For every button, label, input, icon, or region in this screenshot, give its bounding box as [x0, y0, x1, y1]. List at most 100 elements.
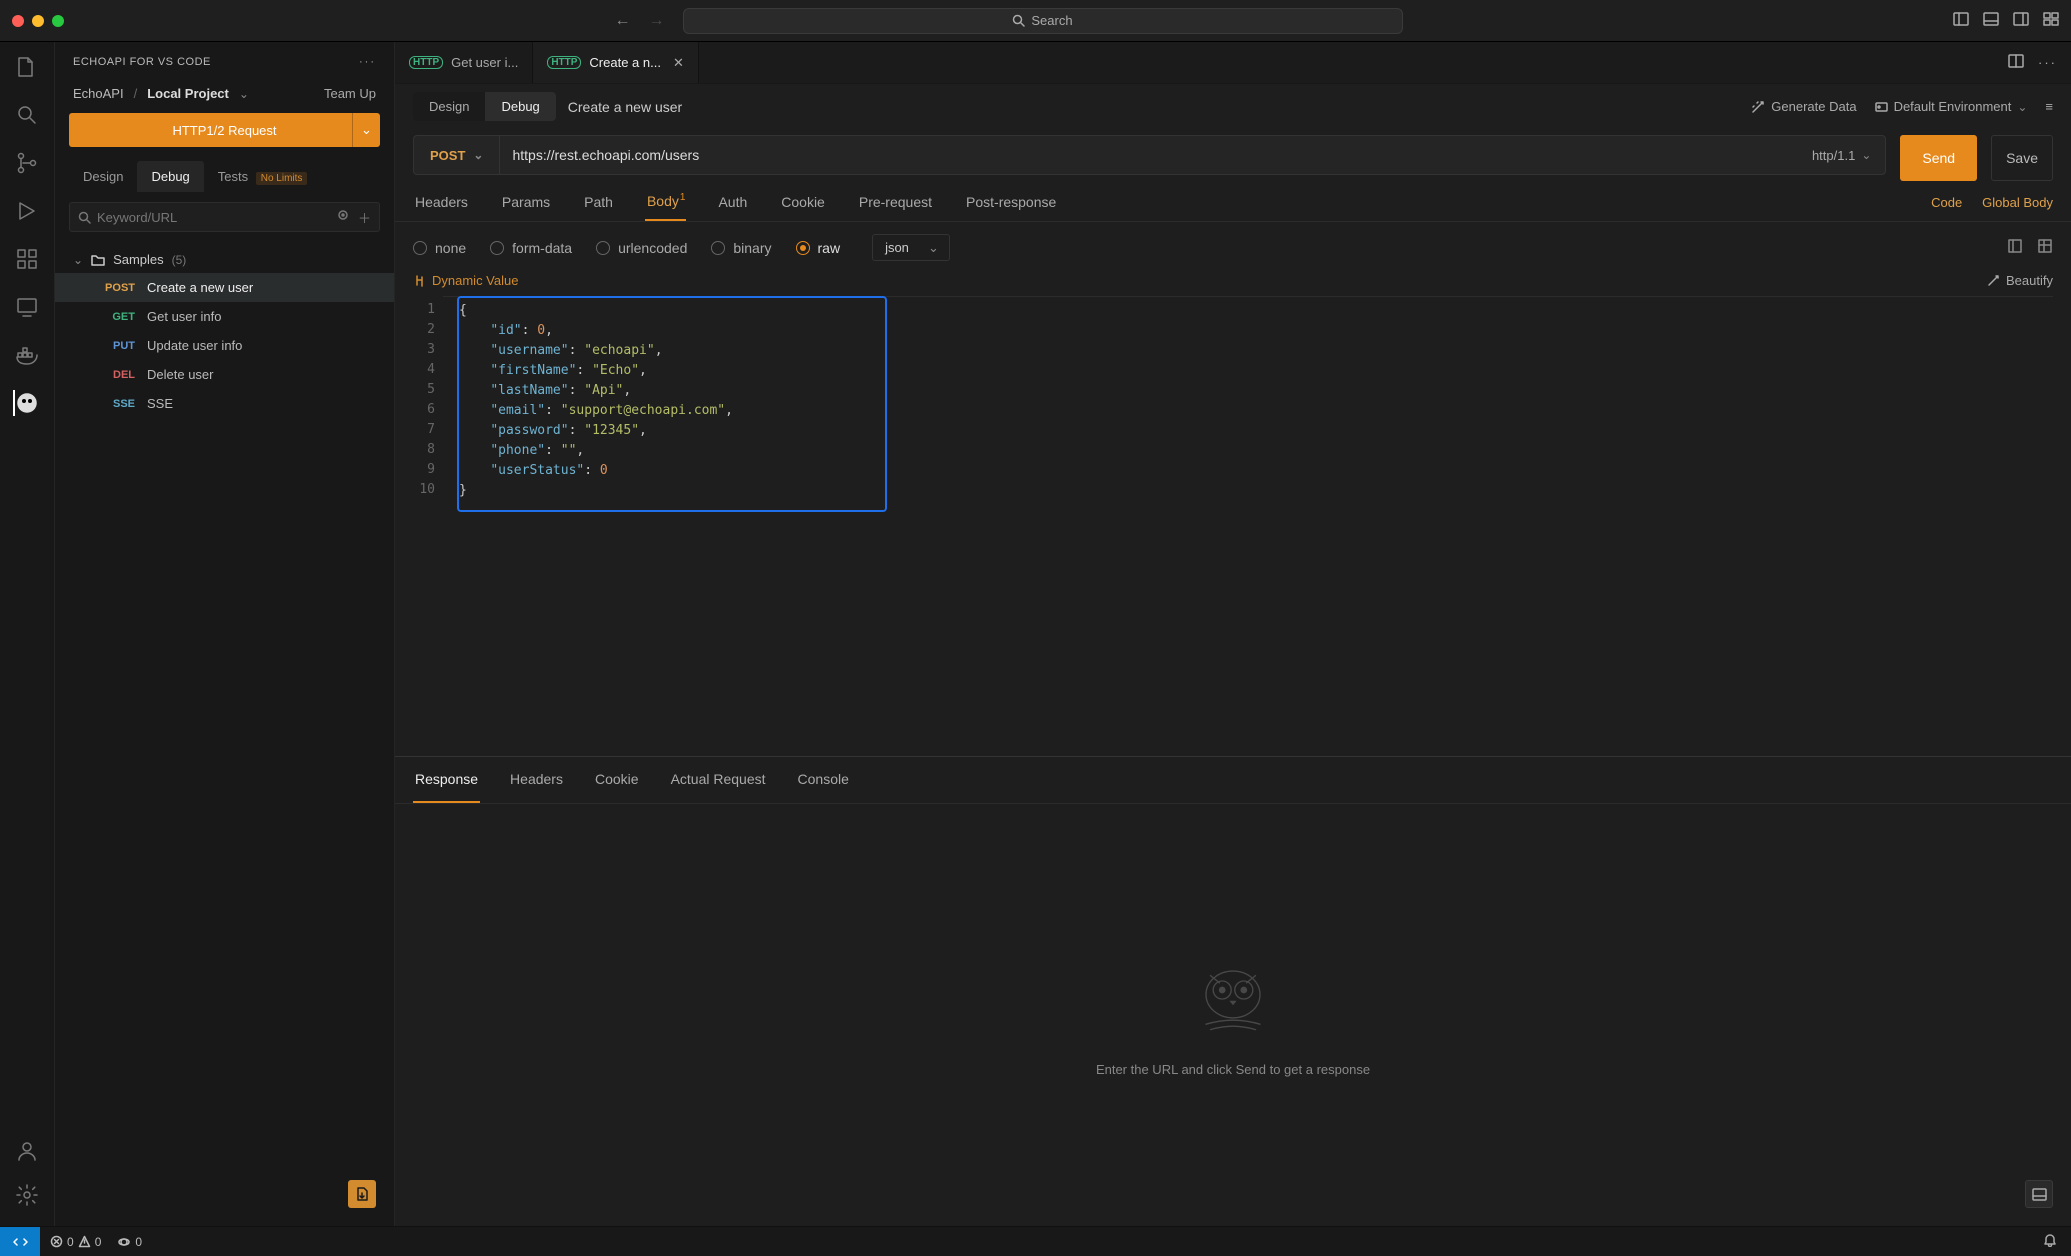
- status-bar: 0 0 0: [0, 1226, 2071, 1256]
- problems-indicator[interactable]: 0 0: [50, 1235, 101, 1249]
- notifications-icon[interactable]: [2043, 1236, 2057, 1250]
- body-type-raw[interactable]: raw: [796, 240, 841, 256]
- dynamic-value-icon: [413, 274, 426, 287]
- chevron-down-icon[interactable]: ⌄: [239, 87, 249, 101]
- ports-indicator[interactable]: 0: [117, 1235, 142, 1249]
- nav-forward-icon[interactable]: →: [649, 12, 665, 30]
- toggle-panel-icon[interactable]: [2025, 1180, 2053, 1208]
- content-type-selector[interactable]: json: [872, 234, 950, 261]
- tree-folder-samples[interactable]: ⌄ Samples (5): [55, 246, 394, 273]
- settings-gear-icon[interactable]: [14, 1182, 40, 1208]
- http-request-dropdown[interactable]: ⌄: [352, 113, 380, 147]
- explorer-icon[interactable]: [14, 54, 40, 80]
- http-badge-icon: HTTP: [409, 56, 443, 69]
- layout-secondary-icon[interactable]: [2013, 11, 2029, 30]
- reqtab-body[interactable]: Body1: [645, 183, 686, 221]
- echoapi-icon[interactable]: [13, 390, 39, 416]
- more-actions-icon[interactable]: ···: [2038, 55, 2057, 70]
- search-activity-icon[interactable]: [14, 102, 40, 128]
- breadcrumb-project[interactable]: Local Project: [147, 86, 229, 101]
- extensions-icon[interactable]: [14, 246, 40, 272]
- mode-design[interactable]: Design: [413, 92, 485, 121]
- sidebar-tab-tests[interactable]: Tests No Limits: [204, 161, 322, 192]
- run-debug-icon[interactable]: [14, 198, 40, 224]
- tree-folder-count: (5): [172, 253, 187, 267]
- remote-indicator[interactable]: [0, 1227, 40, 1256]
- schema-icon[interactable]: [2037, 238, 2053, 257]
- resptab-headers[interactable]: Headers: [508, 757, 565, 803]
- body-type-formdata[interactable]: form-data: [490, 240, 572, 256]
- tree-item-label: Get user info: [147, 309, 221, 324]
- reqtab-cookie[interactable]: Cookie: [779, 184, 827, 220]
- body-editor[interactable]: 12345678910 { "id": 0, "username": "echo…: [395, 296, 2053, 738]
- reqtab-postresponse[interactable]: Post-response: [964, 184, 1058, 220]
- import-icon[interactable]: [348, 1180, 376, 1208]
- line-gutter: 12345678910: [395, 296, 443, 738]
- team-up-link[interactable]: Team Up: [324, 86, 376, 101]
- resptab-actual[interactable]: Actual Request: [669, 757, 768, 803]
- code-link[interactable]: Code: [1931, 195, 1962, 210]
- close-tab-icon[interactable]: ✕: [673, 55, 684, 71]
- tree-item[interactable]: SSESSE: [55, 389, 394, 418]
- maximize-window[interactable]: [52, 15, 64, 27]
- reqtab-path[interactable]: Path: [582, 184, 615, 220]
- resptab-cookie[interactable]: Cookie: [593, 757, 641, 803]
- locate-icon[interactable]: [336, 208, 350, 227]
- source-control-icon[interactable]: [14, 150, 40, 176]
- split-editor-icon[interactable]: [2008, 53, 2024, 72]
- reqtab-prerequest[interactable]: Pre-request: [857, 184, 934, 220]
- expand-editor-icon[interactable]: [2007, 238, 2023, 257]
- sidebar-tab-debug[interactable]: Debug: [137, 161, 203, 192]
- tree-item[interactable]: PUTUpdate user info: [55, 331, 394, 360]
- sidebar-search-input[interactable]: Keyword/URL ＋: [69, 202, 380, 232]
- body-type-urlencoded[interactable]: urlencoded: [596, 240, 687, 256]
- sidebar-search-placeholder: Keyword/URL: [97, 210, 177, 225]
- tree-item[interactable]: POSTCreate a new user: [55, 273, 394, 302]
- radio-label: binary: [733, 240, 771, 256]
- nav-back-icon[interactable]: ←: [615, 12, 631, 30]
- layout-primary-icon[interactable]: [1953, 11, 1969, 30]
- wand-icon: [1751, 100, 1765, 114]
- body-type-none[interactable]: none: [413, 240, 466, 256]
- folder-icon: [91, 253, 105, 267]
- docker-icon[interactable]: [14, 342, 40, 368]
- resptab-console[interactable]: Console: [796, 757, 851, 803]
- close-window[interactable]: [12, 15, 24, 27]
- resptab-response[interactable]: Response: [413, 757, 480, 803]
- global-body-link[interactable]: Global Body: [1982, 195, 2053, 210]
- env-settings-icon[interactable]: ≡: [2045, 99, 2053, 114]
- editor-tab[interactable]: HTTPCreate a n...✕: [533, 42, 699, 83]
- layout-panel-icon[interactable]: [1983, 11, 1999, 30]
- new-http-request-button[interactable]: HTTP1/2 Request ⌄: [69, 113, 380, 147]
- sidebar-more-icon[interactable]: ···: [359, 56, 376, 68]
- reqtab-auth[interactable]: Auth: [716, 184, 749, 220]
- request-tree: ⌄ Samples (5) POSTCreate a new user GET Ge…: [55, 242, 394, 422]
- layout-customize-icon[interactable]: [2043, 11, 2059, 30]
- generate-data-button[interactable]: Generate Data: [1751, 99, 1856, 114]
- method-badge: GET: [93, 311, 135, 323]
- account-icon[interactable]: [14, 1138, 40, 1164]
- reqtab-headers[interactable]: Headers: [413, 184, 470, 220]
- remote-explorer-icon[interactable]: [14, 294, 40, 320]
- beautify-link[interactable]: Beautify: [2006, 273, 2053, 288]
- tree-item[interactable]: GET Get user info: [55, 302, 394, 331]
- dynamic-value-link[interactable]: Dynamic Value: [432, 273, 518, 288]
- sidebar-tab-tests-label: Tests: [218, 169, 248, 184]
- http-version-selector[interactable]: http/1.1 ⌄: [1798, 136, 1885, 174]
- sidebar-tab-design[interactable]: Design: [69, 161, 137, 192]
- mode-debug[interactable]: Debug: [485, 92, 555, 121]
- method-selector[interactable]: POST ⌄: [414, 136, 500, 174]
- reqtab-params[interactable]: Params: [500, 184, 552, 220]
- code-area[interactable]: { "id": 0, "username": "echoapi", "first…: [443, 296, 2053, 738]
- minimize-window[interactable]: [32, 15, 44, 27]
- search-placeholder: Search: [1031, 13, 1072, 28]
- url-input[interactable]: https://rest.echoapi.com/users: [500, 136, 1797, 174]
- chevron-down-icon: ⌄: [73, 253, 83, 267]
- body-type-binary[interactable]: binary: [711, 240, 771, 256]
- add-icon[interactable]: ＋: [358, 208, 371, 227]
- breadcrumb-root[interactable]: EchoAPI: [73, 86, 124, 101]
- global-search[interactable]: Search: [683, 8, 1403, 34]
- tree-item[interactable]: DELDelete user: [55, 360, 394, 389]
- editor-tab[interactable]: HTTPGet user i...: [395, 42, 533, 83]
- environment-selector[interactable]: Default Environment ⌄: [1875, 99, 2028, 114]
